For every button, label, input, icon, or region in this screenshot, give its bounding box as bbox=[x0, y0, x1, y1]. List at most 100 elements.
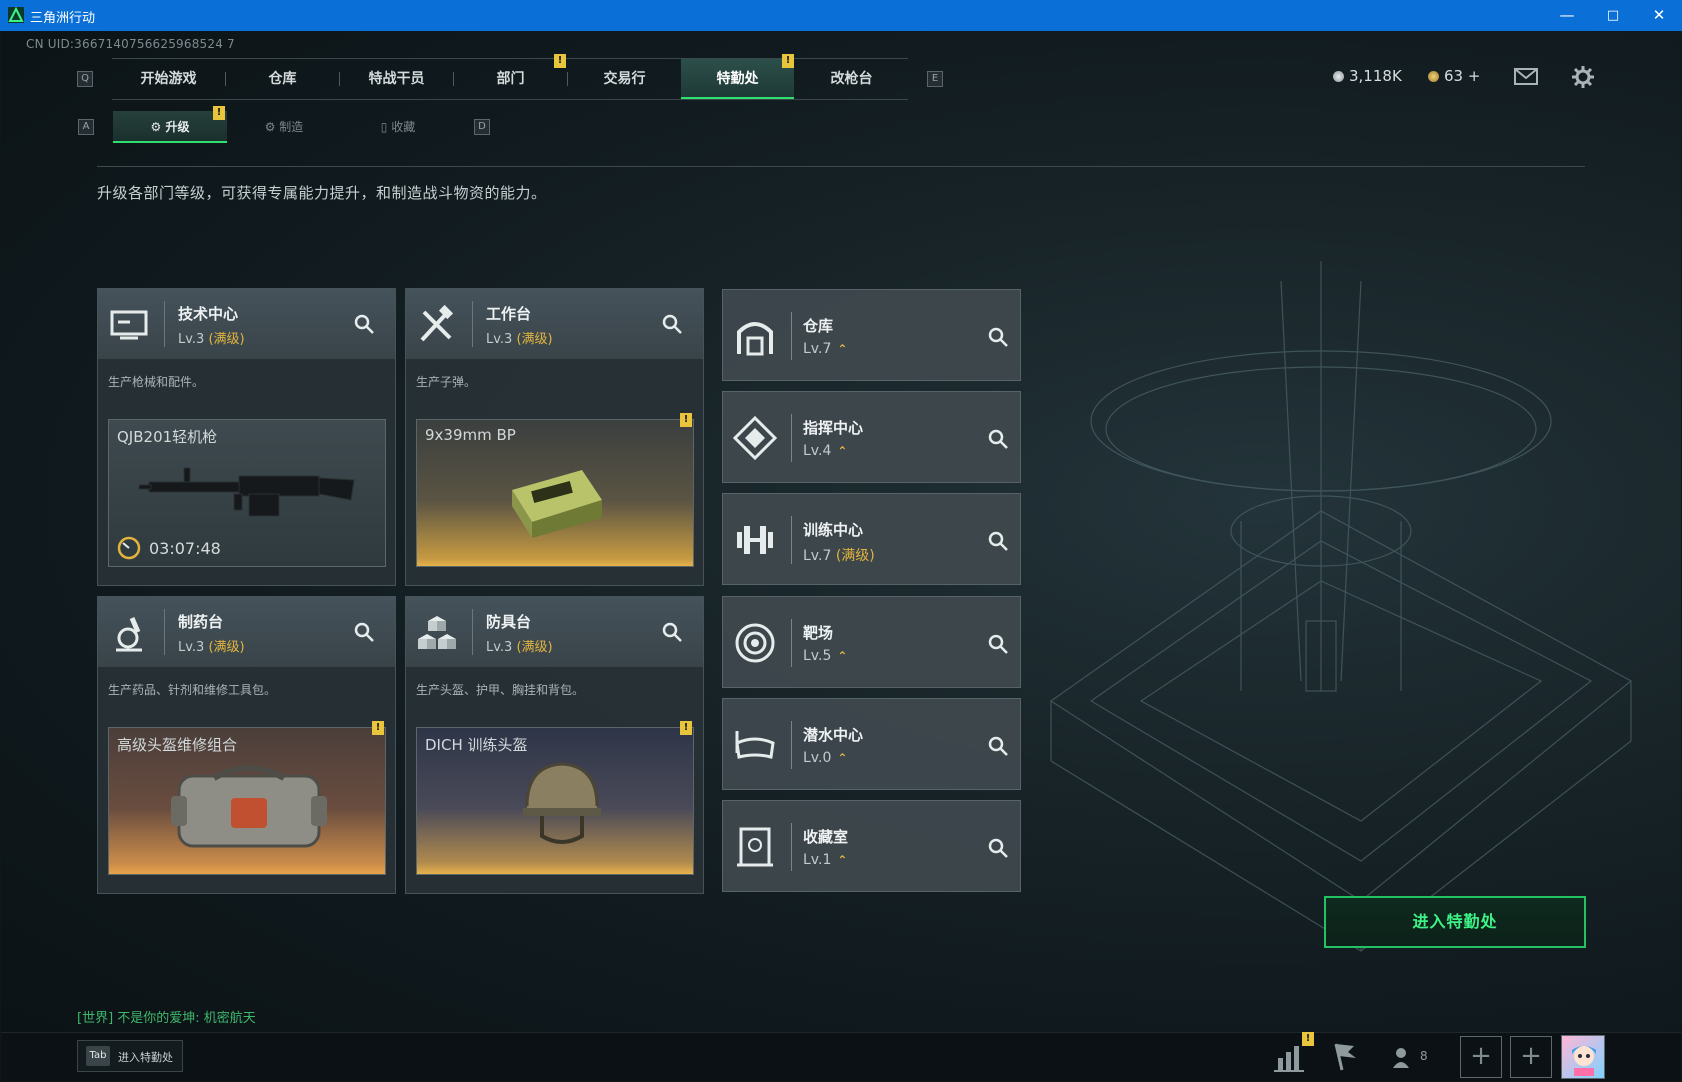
facility-row-diving-center[interactable]: 潜水中心 Lv.0 ⌃ bbox=[722, 698, 1021, 790]
facility-card-tech-center[interactable]: 技术中心 Lv.3 (满级) 生产枪械和配件。 QJB201轻机枪 03:07:… bbox=[97, 288, 396, 586]
upgrade-icon: ⚙ bbox=[150, 120, 166, 134]
upgrade-available-icon: ⌃ bbox=[837, 342, 848, 356]
craft-icon: ⚙ bbox=[264, 120, 280, 134]
tab-gunsmith[interactable]: 改枪台 bbox=[795, 59, 908, 99]
diving-mask-icon bbox=[735, 731, 775, 759]
search-icon[interactable] bbox=[661, 313, 683, 335]
search-icon[interactable] bbox=[987, 633, 1009, 655]
facility-row-warehouse[interactable]: 仓库 Lv.7 ⌃ bbox=[722, 289, 1021, 381]
add-party-slot-button[interactable]: + bbox=[1460, 1036, 1502, 1078]
notification-badge: ! bbox=[680, 413, 692, 427]
card-header: 工作台 Lv.3 (满级) bbox=[406, 289, 703, 359]
maximize-button[interactable]: □ bbox=[1590, 0, 1636, 31]
minimize-button[interactable]: — bbox=[1544, 0, 1590, 31]
production-slot[interactable]: 9x39mm BP bbox=[416, 419, 694, 567]
facility-row-shooting-range[interactable]: 靶场 Lv.5 ⌃ bbox=[722, 596, 1021, 688]
tab-start-game[interactable]: 开始游戏 bbox=[112, 59, 225, 99]
notification-badge: ! bbox=[372, 721, 384, 735]
base-hologram-graphic bbox=[1049, 261, 1633, 952]
facility-level: Lv.7 (满级) bbox=[803, 545, 875, 565]
production-slot[interactable]: 高级头盔维修组合 bbox=[108, 727, 386, 875]
production-slot[interactable]: QJB201轻机枪 03:07:48 bbox=[108, 419, 386, 567]
facility-row-training-center[interactable]: 训练中心 Lv.7 (满级) bbox=[722, 493, 1021, 585]
subtab-label: 升级 bbox=[165, 120, 190, 134]
tab-operators[interactable]: 特战干员 bbox=[340, 59, 453, 99]
max-level-label: (满级) bbox=[516, 640, 553, 655]
search-icon[interactable] bbox=[987, 428, 1009, 450]
page-description: 升级各部门等级，可获得专属能力提升，和制造战斗物资的能力。 bbox=[97, 184, 547, 202]
tab-special-ops[interactable]: 特勤处 bbox=[681, 59, 794, 99]
key-hint-e: E bbox=[927, 71, 943, 87]
search-icon[interactable] bbox=[987, 530, 1009, 552]
key-hint-a: A bbox=[78, 119, 94, 135]
target-icon bbox=[735, 623, 775, 663]
card-divider bbox=[472, 301, 473, 347]
mail-icon[interactable] bbox=[1514, 68, 1538, 85]
facility-card-workbench[interactable]: 工作台 Lv.3 (满级) 生产子弹。 9x39mm BP ! bbox=[405, 288, 704, 586]
level-text: Lv.3 bbox=[486, 640, 513, 655]
tab-departments[interactable]: 部门 bbox=[454, 59, 567, 99]
card-divider bbox=[164, 609, 165, 655]
world-chat-message[interactable]: [世界] 不是你的爱坤: 机密航天 bbox=[77, 1007, 256, 1026]
level-text: Lv.3 bbox=[178, 332, 205, 347]
money-display[interactable]: 3,118K bbox=[1333, 67, 1402, 85]
level-text: Lv.0 bbox=[803, 750, 832, 766]
facility-card-pharmacy[interactable]: 制药台 Lv.3 (满级) 生产药品、针剂和维修工具包。 高级头盔维修组合 ! bbox=[97, 596, 396, 894]
close-button[interactable]: ✕ bbox=[1636, 0, 1682, 31]
facility-description: 生产子弹。 bbox=[416, 375, 477, 389]
item-name: 9x39mm BP bbox=[425, 426, 516, 444]
flag-icon[interactable] bbox=[1324, 1040, 1364, 1074]
search-icon[interactable] bbox=[987, 326, 1009, 348]
level-text: Lv.7 bbox=[803, 341, 832, 357]
production-slot[interactable]: DICH 训练头盔 bbox=[416, 727, 694, 875]
card-header: 技术中心 Lv.3 (满级) bbox=[98, 289, 395, 359]
friends-icon[interactable] bbox=[1392, 1046, 1414, 1068]
max-level-label: (满级) bbox=[835, 548, 875, 564]
facility-card-armor-bench[interactable]: 防具台 Lv.3 (满级) 生产头盔、护甲、胸挂和背包。 DICH 训练头盔 ! bbox=[405, 596, 704, 894]
facility-name: 技术中心 bbox=[178, 305, 239, 323]
search-icon[interactable] bbox=[987, 837, 1009, 859]
coin-display[interactable]: 63 + bbox=[1428, 67, 1480, 85]
upgrade-available-icon: ⌃ bbox=[837, 649, 848, 663]
row-divider bbox=[791, 516, 792, 564]
search-icon[interactable] bbox=[353, 621, 375, 643]
facility-level: Lv.1 ⌃ bbox=[803, 852, 847, 868]
facility-row-collection-room[interactable]: 收藏室 Lv.1 ⌃ bbox=[722, 800, 1021, 892]
facility-level: Lv.4 ⌃ bbox=[803, 443, 847, 459]
machine-gun-image bbox=[139, 467, 355, 517]
row-divider bbox=[791, 312, 792, 360]
avatar-face-icon bbox=[1572, 1046, 1596, 1076]
item-name: QJB201轻机枪 bbox=[117, 428, 218, 446]
search-icon[interactable] bbox=[987, 735, 1009, 757]
tech-center-icon bbox=[110, 310, 148, 340]
max-level-label: (满级) bbox=[516, 332, 553, 347]
card-header: 制药台 Lv.3 (满级) bbox=[98, 597, 395, 667]
add-coin-button[interactable]: + bbox=[1468, 67, 1481, 85]
subtab-upgrade[interactable]: ⚙ 升级 bbox=[113, 111, 227, 143]
user-uid: CN UID:3667140756625968524 7 bbox=[26, 37, 235, 51]
subtab-collection[interactable]: ▯ 收藏 bbox=[341, 111, 455, 143]
facility-name: 收藏室 bbox=[803, 828, 849, 846]
subtab-craft[interactable]: ⚙ 制造 bbox=[227, 111, 341, 143]
max-level-label: (满级) bbox=[208, 332, 245, 347]
facility-row-command-center[interactable]: 指挥中心 Lv.4 ⌃ bbox=[722, 391, 1021, 483]
window-title: 三角洲行动 bbox=[30, 11, 96, 26]
money-amount: 3,118K bbox=[1349, 67, 1402, 85]
window-titlebar[interactable]: 三角洲行动 — □ ✕ bbox=[0, 0, 1682, 31]
settings-gear-icon[interactable] bbox=[1572, 66, 1594, 88]
search-icon[interactable] bbox=[661, 621, 683, 643]
tab-market[interactable]: 交易行 bbox=[568, 59, 681, 99]
level-text: Lv.3 bbox=[178, 640, 205, 655]
tab-warehouse[interactable]: 仓库 bbox=[226, 59, 339, 99]
player-avatar[interactable] bbox=[1561, 1035, 1605, 1079]
notification-badge: ! bbox=[680, 721, 692, 735]
search-icon[interactable] bbox=[353, 313, 375, 335]
facility-level: Lv.3 (满级) bbox=[178, 328, 245, 347]
card-divider bbox=[472, 609, 473, 655]
enter-special-ops-button[interactable]: 进入特勤处 bbox=[1324, 896, 1586, 948]
friends-count: 8 bbox=[1420, 1049, 1428, 1063]
subtab-label: 收藏 bbox=[391, 120, 416, 134]
facility-name: 靶场 bbox=[803, 624, 834, 642]
add-party-slot-button[interactable]: + bbox=[1510, 1036, 1552, 1078]
row-divider bbox=[791, 823, 792, 871]
